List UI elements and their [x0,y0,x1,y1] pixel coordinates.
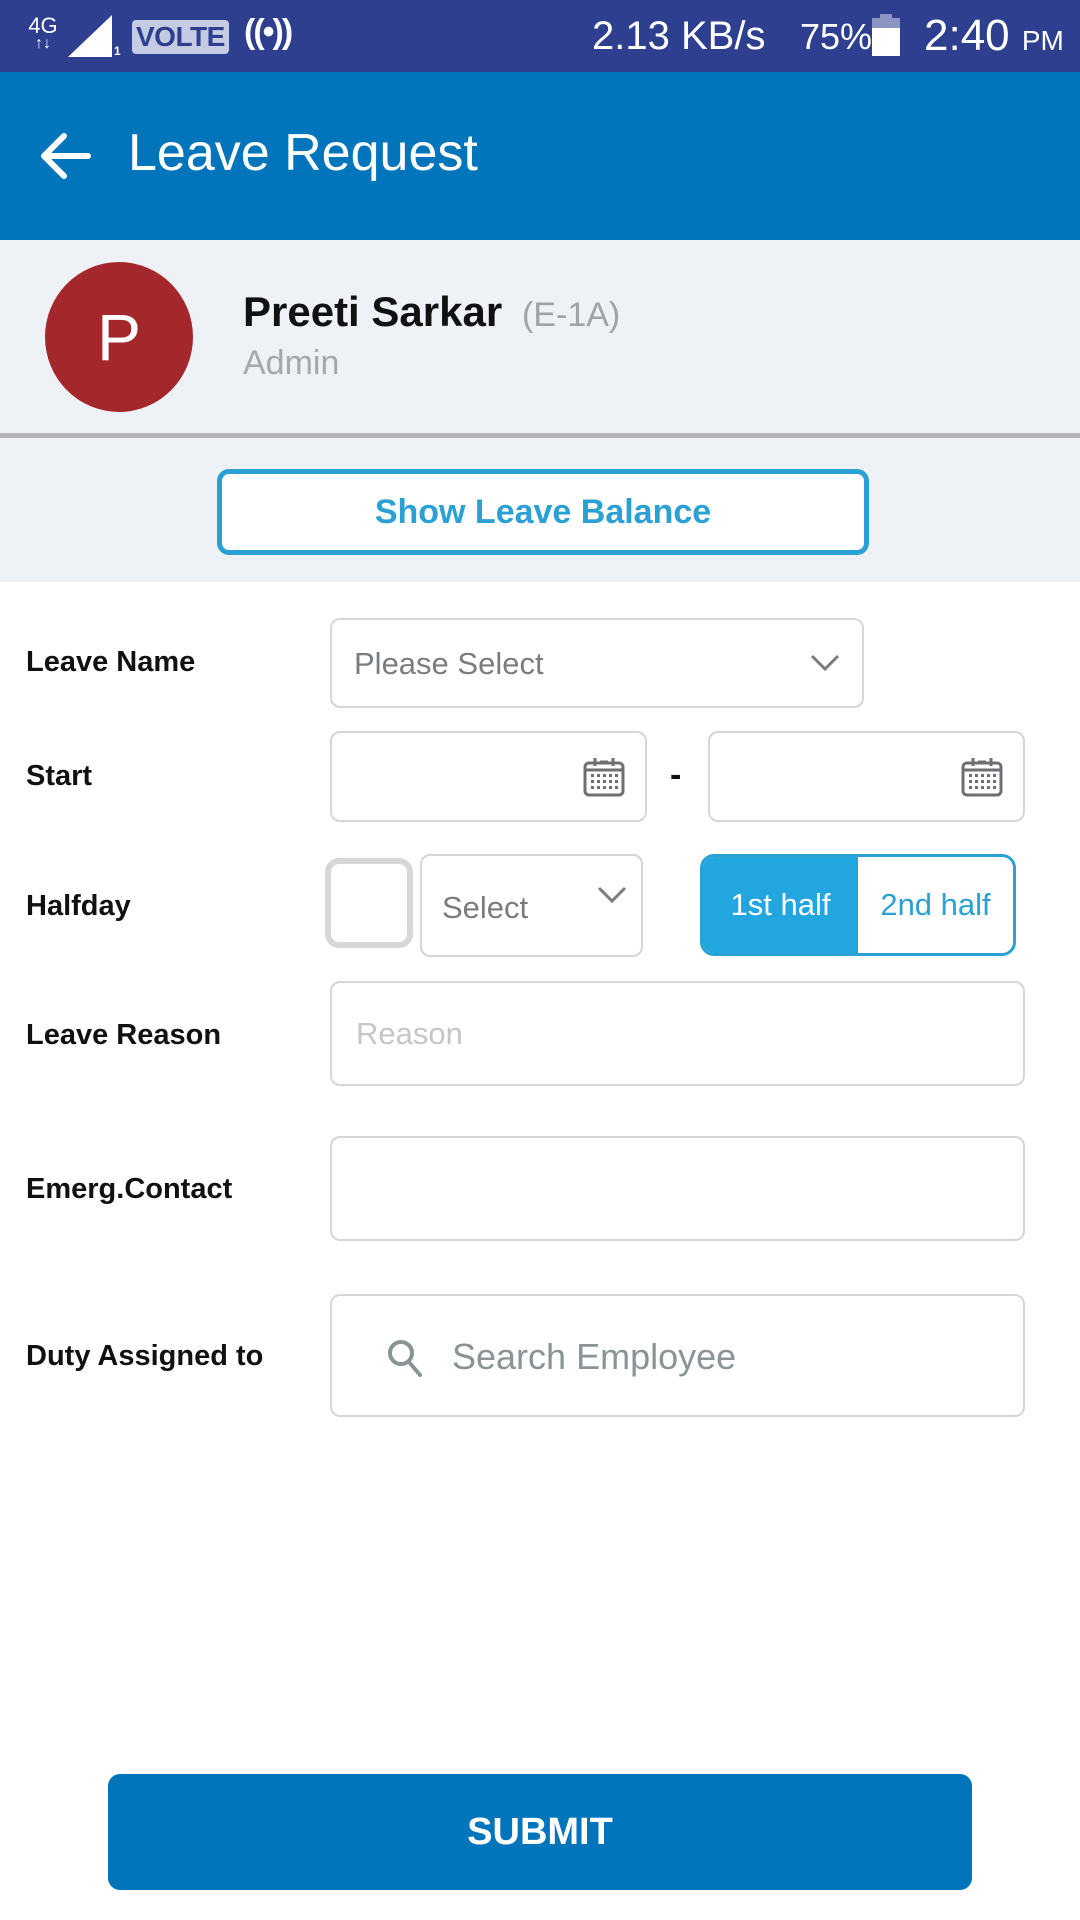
chevron-down-icon [810,654,840,672]
end-date-input[interactable] [708,731,1025,822]
volte-icon: VOLTE [132,20,229,54]
chevron-down-icon [597,886,627,904]
back-button[interactable] [36,124,100,188]
search-employee-placeholder: Search Employee [452,1336,737,1377]
arrow-left-icon [41,133,91,179]
employee-code: (E-1A) [522,296,621,334]
leave-reason-label: Leave Reason [26,1019,222,1051]
network-type-icon: 4G ↑↓ [26,13,60,52]
data-speed: 2.13 KB/s [592,14,766,58]
network-type-label: 4G [28,13,58,38]
status-bar: 4G ↑↓ 1 VOLTE ((•)) 2.13 KB/s 75% 2:40 P… [0,0,1080,72]
battery-icon [872,14,900,56]
second-half-option[interactable]: 2nd half [858,857,1013,953]
clock: 2:40 PM [924,12,1064,65]
first-half-option[interactable]: 1st half [703,857,858,953]
date-range-separator: - [670,756,682,794]
leave-reason-input[interactable]: Reason [330,981,1025,1086]
employee-profile-card: P Preeti Sarkar (E-1A) Admin [0,240,1080,433]
hotspot-icon: ((•)) [244,13,293,51]
start-label: Start [26,760,93,792]
halfday-select-value: Select [442,890,529,925]
leave-name-label: Leave Name [26,646,196,678]
battery-percent: 75% [800,16,873,57]
app-bar: Leave Request [0,72,1080,240]
calendar-icon[interactable] [583,757,625,797]
halfday-segment-control: 1st half 2nd half [700,854,1016,956]
avatar: P [45,262,193,412]
leave-balance-section: Show Leave Balance [0,438,1080,582]
employee-name: Preeti Sarkar [243,288,503,335]
calendar-icon[interactable] [961,757,1003,797]
search-icon [388,1340,422,1377]
sim-slot-label: 1 [114,44,121,58]
clock-time: 2:40 [924,11,1010,60]
halfday-select[interactable]: Select [420,854,643,957]
halfday-label: Halfday [26,890,131,922]
emergency-contact-input[interactable] [330,1136,1025,1241]
leave-name-value: Please Select [354,646,544,681]
page-title: Leave Request [128,124,478,182]
halfday-checkbox[interactable] [325,858,413,948]
clock-ampm: PM [1021,25,1064,56]
search-employee-input[interactable]: Search Employee [330,1294,1025,1417]
duty-assigned-label: Duty Assigned to [26,1340,264,1372]
signal-strength-icon [68,15,112,57]
data-activity-icon: ↑↓ [35,35,51,52]
show-leave-balance-button[interactable]: Show Leave Balance [217,469,869,555]
emergency-contact-label: Emerg.Contact [26,1173,233,1205]
leave-reason-placeholder: Reason [356,1016,463,1051]
submit-button[interactable]: SUBMIT [108,1774,972,1890]
employee-role: Admin [243,344,340,382]
leave-name-dropdown[interactable]: Please Select [330,618,864,708]
start-date-input[interactable] [330,731,647,822]
